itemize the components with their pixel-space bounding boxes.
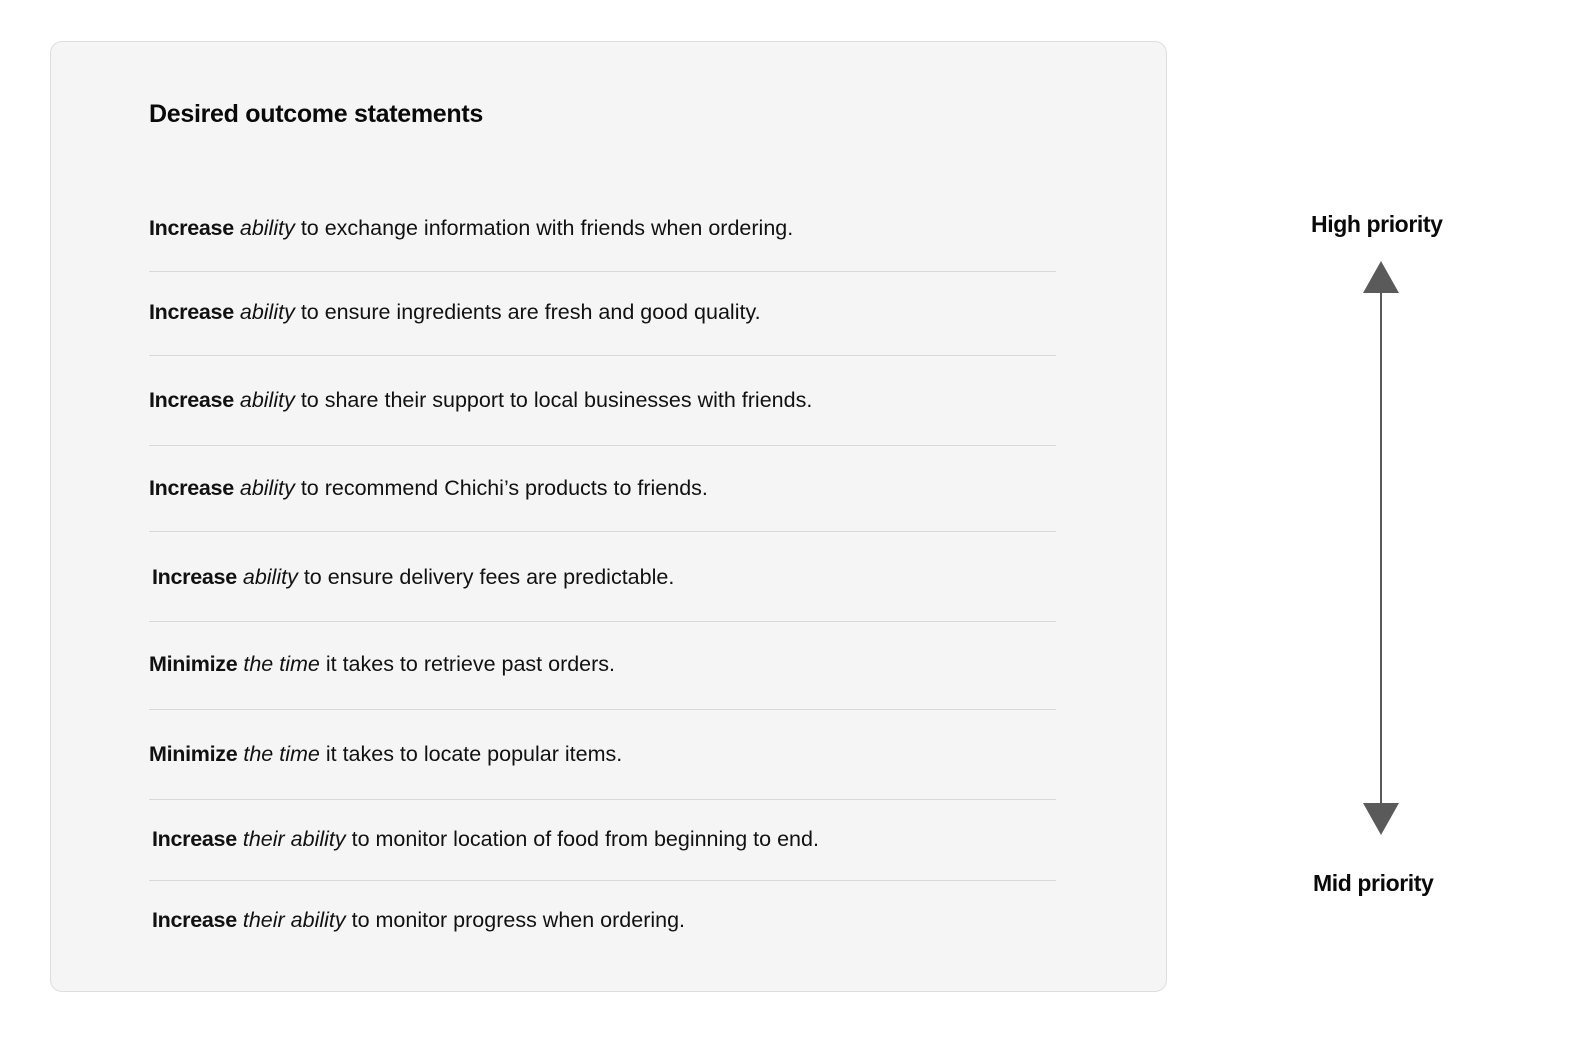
outcome-statement: Increase ability to exchange information…	[149, 214, 793, 242]
outcome-statement: Increase ability to ensure ingredients a…	[149, 298, 761, 326]
statement-text: it takes to locate popular items.	[325, 742, 623, 766]
statement-object: the time	[243, 652, 320, 676]
statement-verb: Increase	[149, 476, 234, 500]
statement-verb: Increase	[149, 216, 234, 240]
high-priority-label: High priority	[1311, 211, 1443, 237]
statement-verb: Increase	[149, 388, 234, 412]
statement-verb: Minimize	[149, 742, 238, 766]
statement-object: the time	[243, 742, 320, 766]
outcome-statement: Increase their ability to monitor progre…	[152, 906, 685, 934]
outcome-statement: Increase their ability to monitor locati…	[152, 825, 819, 853]
divider	[149, 709, 1056, 710]
outcome-statement: Minimize the time it takes to retrieve p…	[149, 650, 615, 678]
divider	[149, 799, 1056, 800]
divider	[149, 445, 1056, 446]
statement-object: ability	[242, 565, 298, 589]
divider	[149, 531, 1056, 532]
card-title: Desired outcome statements	[149, 100, 483, 128]
divider	[149, 880, 1056, 881]
outcome-statement: Minimize the time it takes to locate pop…	[149, 740, 622, 768]
priority-double-arrow	[1363, 261, 1399, 835]
statement-verb: Increase	[149, 300, 234, 324]
statement-text: to ensure ingredients are fresh and good…	[300, 300, 761, 324]
divider	[149, 271, 1056, 272]
statement-text: to ensure delivery fees are predictable.	[303, 565, 675, 589]
divider	[149, 355, 1056, 356]
statement-verb: Increase	[152, 827, 237, 851]
statement-text: to monitor progress when ordering.	[351, 908, 686, 932]
statement-object: ability	[239, 476, 295, 500]
statement-verb: Increase	[152, 565, 237, 589]
statement-text: to exchange information with friends whe…	[300, 216, 794, 240]
arrow-up-head-icon	[1363, 261, 1399, 293]
divider	[149, 621, 1056, 622]
statement-object: ability	[239, 388, 295, 412]
statement-verb: Minimize	[149, 652, 238, 676]
outcome-statement: Increase ability to recommend Chichi’s p…	[149, 474, 708, 502]
statement-object: ability	[239, 300, 295, 324]
outcome-statement: Increase ability to share their support …	[149, 386, 812, 414]
statement-object: their ability	[242, 827, 346, 851]
statement-verb: Increase	[152, 908, 237, 932]
mid-priority-label: Mid priority	[1313, 870, 1434, 896]
statement-text: to share their support to local business…	[300, 388, 813, 412]
statement-text: it takes to retrieve past orders.	[325, 652, 616, 676]
statement-object: ability	[239, 216, 295, 240]
outcome-statements-card: Desired outcome statements Increase abil…	[50, 41, 1167, 992]
statement-text: to recommend Chichi’s products to friend…	[300, 476, 708, 500]
statement-text: to monitor location of food from beginni…	[351, 827, 819, 851]
arrow-down-head-icon	[1363, 803, 1399, 835]
statement-object: their ability	[242, 908, 346, 932]
outcome-statement: Increase ability to ensure delivery fees…	[152, 563, 674, 591]
